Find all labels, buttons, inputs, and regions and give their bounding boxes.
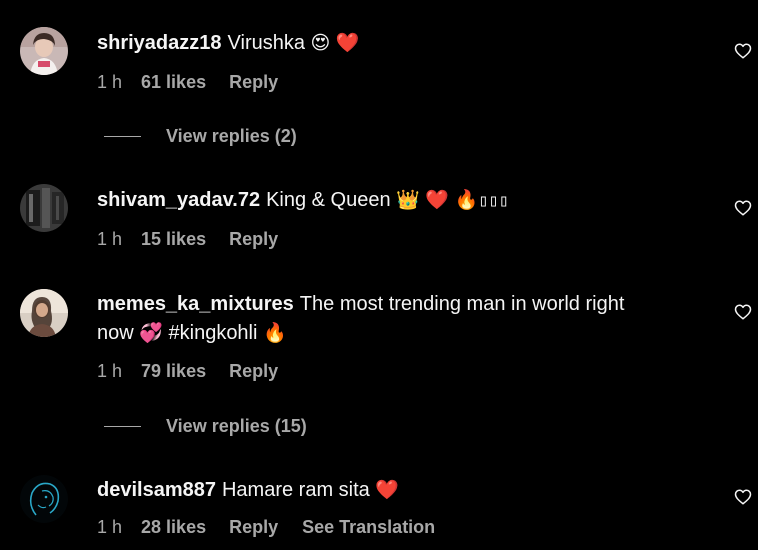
see-translation-button[interactable]: See Translation xyxy=(302,517,435,538)
fire-emoji: 🔥 xyxy=(263,322,287,344)
comment-username[interactable]: memes_ka_mixtures xyxy=(97,293,294,315)
comment-likes[interactable]: 61 likes xyxy=(141,72,206,93)
like-button[interactable] xyxy=(734,199,752,217)
view-replies-label: View replies (2) xyxy=(166,126,297,146)
red-heart-emoji: ❤️ xyxy=(375,479,400,501)
reply-button[interactable]: Reply xyxy=(229,72,278,93)
replies-divider xyxy=(104,426,141,427)
revolving-hearts-emoji: 💞 xyxy=(139,322,163,344)
comment-text: shivam_yadav.72 King & Queen 👑 ❤️ 🔥▯▯▯ xyxy=(97,186,698,216)
comment-text-line2: now 💞 #kingkohli 🔥 xyxy=(97,319,698,348)
avatar[interactable] xyxy=(20,27,68,75)
avatar-photo xyxy=(20,475,68,523)
comment-text: devilsam887 Hamare ram sita ❤️ xyxy=(97,476,698,505)
comment-username[interactable]: devilsam887 xyxy=(97,479,216,501)
comment-username[interactable]: shriyadazz18 xyxy=(97,32,222,54)
like-button[interactable] xyxy=(734,42,752,60)
avatar[interactable] xyxy=(20,475,68,523)
like-button[interactable] xyxy=(734,488,752,506)
comment-body-continued: now xyxy=(97,322,134,344)
fire-emoji: 🔥 xyxy=(454,189,479,211)
comment-body: King & Queen xyxy=(266,189,391,211)
comment-likes[interactable]: 15 likes xyxy=(141,229,206,250)
comment-body: Hamare ram sita xyxy=(221,479,370,501)
replies-divider xyxy=(104,136,141,137)
unrendered-glyphs: ▯▯▯ xyxy=(478,191,510,211)
comment-time: 1 h xyxy=(97,517,123,537)
comment-likes[interactable]: 79 likes xyxy=(141,361,206,382)
comment-meta: 1 h 28 likes Reply See Translation xyxy=(97,517,435,538)
avatar[interactable] xyxy=(20,289,68,337)
red-heart-emoji: ❤️ xyxy=(425,189,450,211)
heart-outline-icon xyxy=(734,304,752,320)
comment-meta: 1 h 61 likes Reply xyxy=(97,72,302,93)
comment-text: shriyadazz18 Virushka 😍 ❤️ xyxy=(97,29,698,58)
comments-panel: shriyadazz18 Virushka 😍 ❤️ 1 h 61 likes R… xyxy=(0,0,758,550)
reply-button[interactable]: Reply xyxy=(229,361,278,382)
comment-body: The most trending man in world right xyxy=(299,293,625,315)
hashtag-link[interactable]: #kingkohli xyxy=(169,322,258,344)
heart-outline-icon xyxy=(734,200,752,216)
comment-text: memes_ka_mixtures The most trending man i… xyxy=(97,290,698,319)
like-button[interactable] xyxy=(734,303,752,321)
heart-outline-icon xyxy=(734,489,752,505)
view-replies-button[interactable]: View replies (2) xyxy=(104,126,297,147)
avatar-photo xyxy=(20,289,68,337)
comment-body: Virushka xyxy=(227,32,305,54)
avatar[interactable] xyxy=(20,184,68,232)
comment-meta: 1 h 79 likes Reply xyxy=(97,361,302,382)
avatar-photo xyxy=(20,27,68,75)
comment-meta: 1 h 15 likes Reply xyxy=(97,229,302,250)
avatar-photo xyxy=(20,184,68,232)
view-replies-button[interactable]: View replies (15) xyxy=(104,416,307,437)
comment-username[interactable]: shivam_yadav.72 xyxy=(97,189,260,211)
crown-emoji: 👑 xyxy=(396,189,420,211)
comment-likes[interactable]: 28 likes xyxy=(141,517,206,538)
comment-time: 1 h xyxy=(97,361,123,381)
heart-eyes-emoji: 😍 xyxy=(310,32,331,54)
heart-outline-icon xyxy=(734,43,752,59)
reply-button[interactable]: Reply xyxy=(229,229,278,250)
reply-button[interactable]: Reply xyxy=(229,517,278,538)
comment-time: 1 h xyxy=(97,229,123,249)
comment-time: 1 h xyxy=(97,72,123,92)
view-replies-label: View replies (15) xyxy=(166,416,307,436)
red-heart-emoji: ❤️ xyxy=(335,32,360,54)
